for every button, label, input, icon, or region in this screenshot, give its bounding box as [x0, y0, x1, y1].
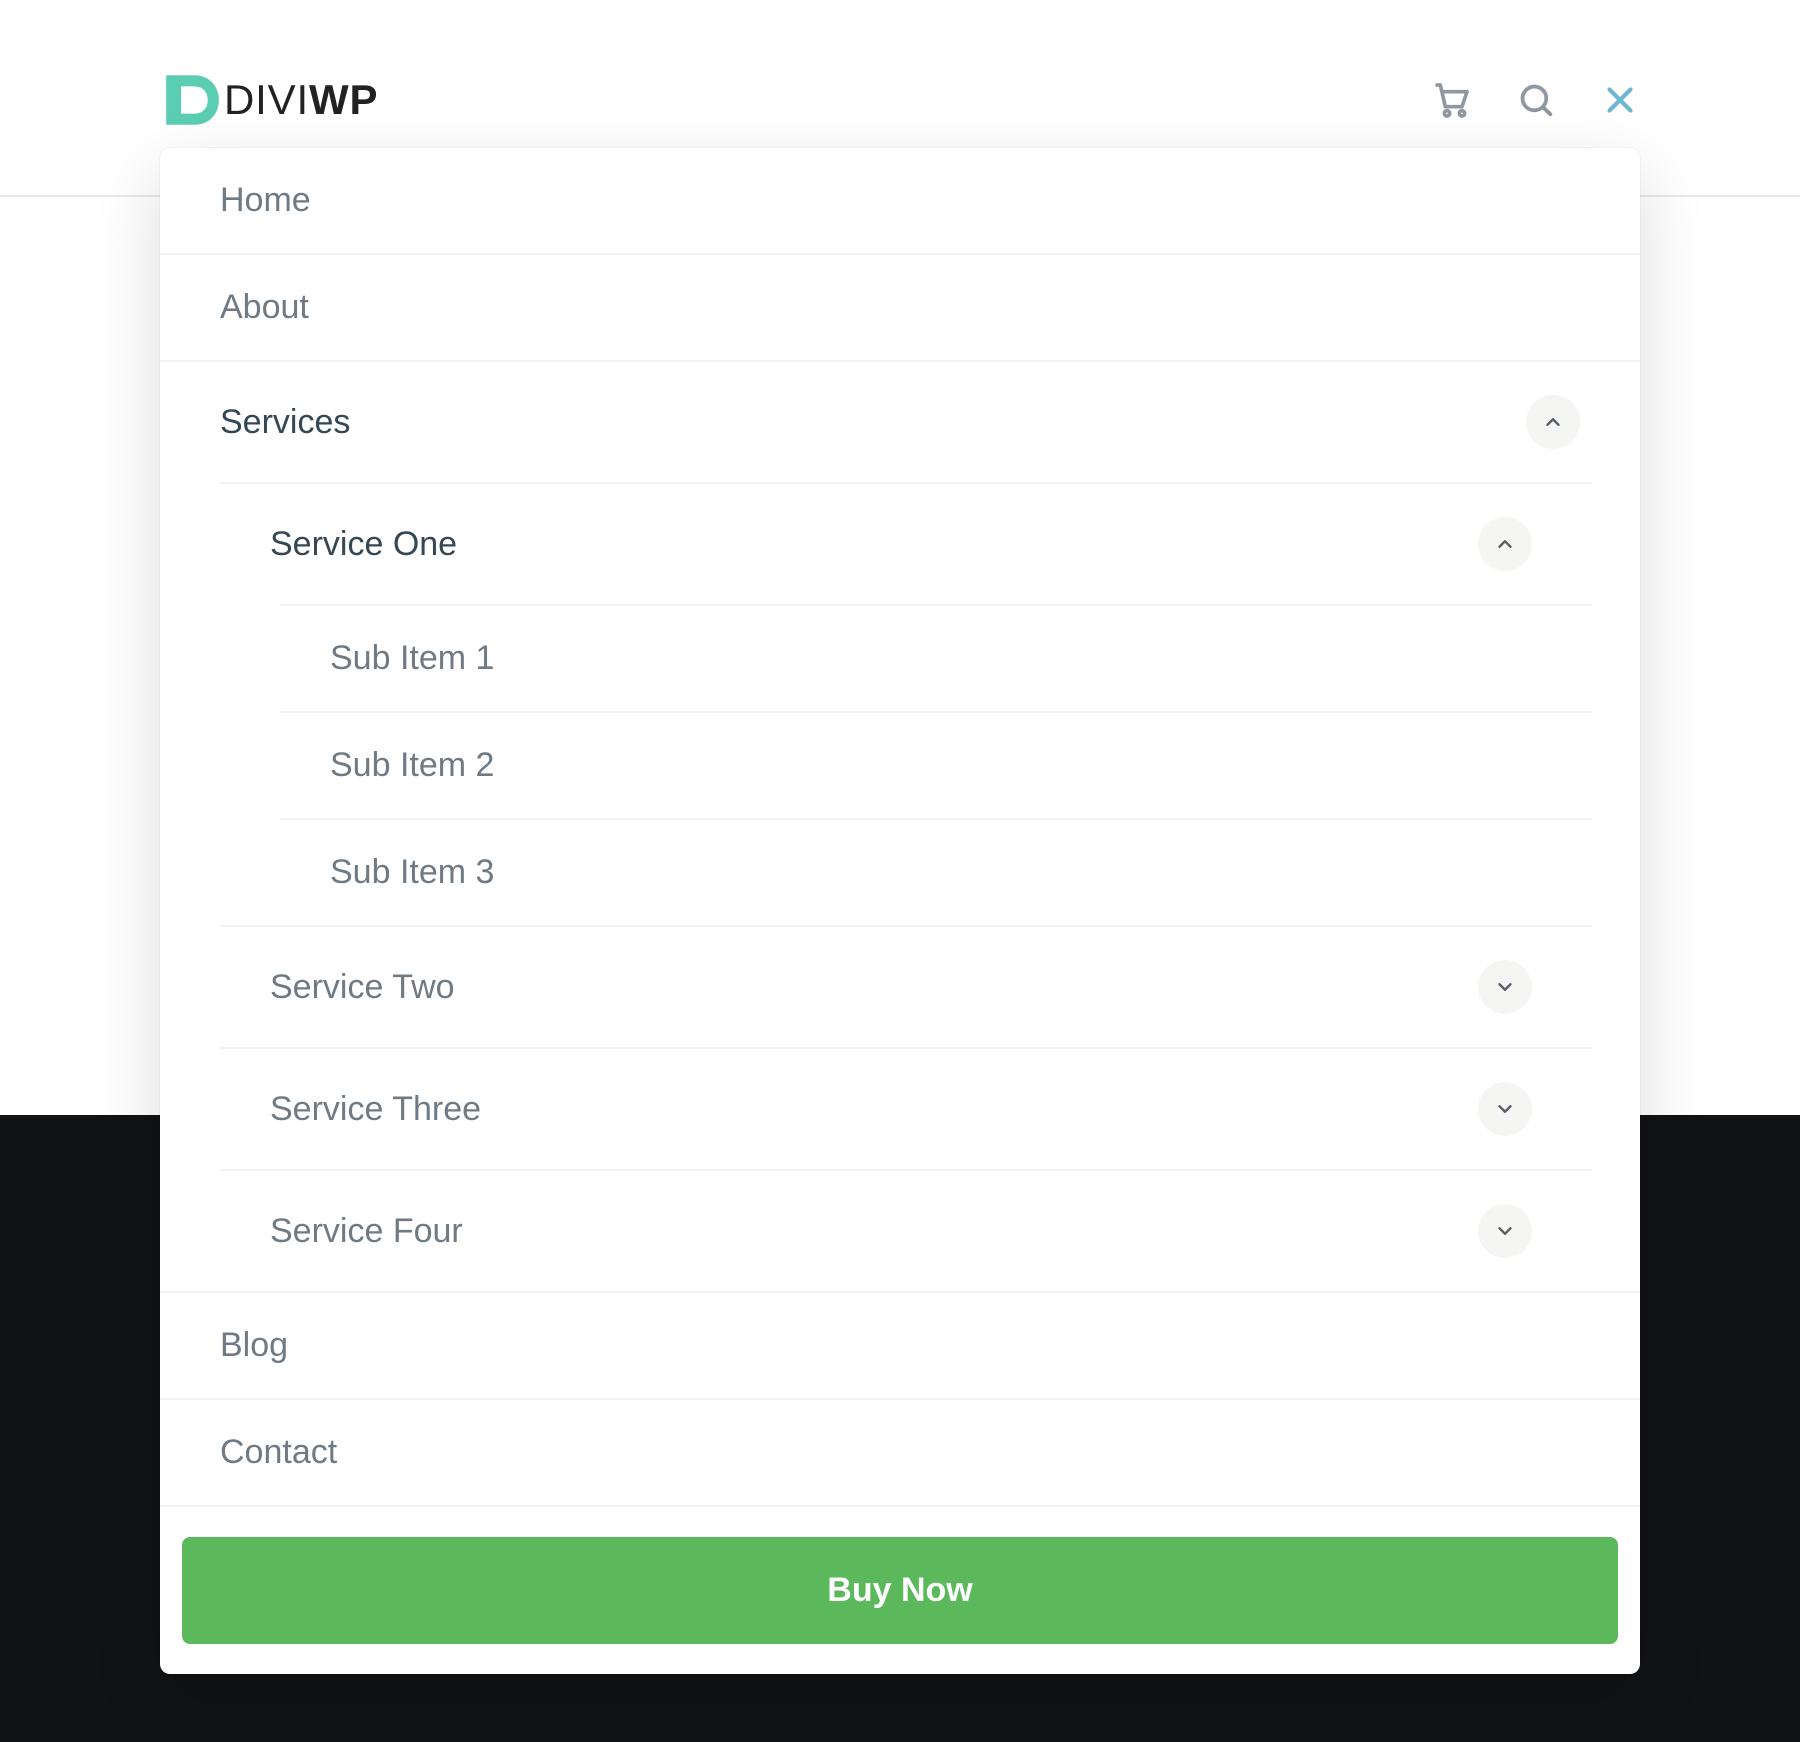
nav-item-label: Service Three [270, 1090, 481, 1129]
chevron-down-icon[interactable] [1478, 1082, 1532, 1136]
nav-item-label: Service Four [270, 1212, 463, 1251]
nav-item-label: Sub Item 1 [330, 639, 494, 678]
nav-item-label: Home [220, 181, 311, 220]
nav-item-service-four[interactable]: Service Four [220, 1169, 1592, 1291]
nav-item-label: Contact [220, 1433, 337, 1472]
nav-item-label: Sub Item 3 [330, 853, 494, 892]
nav-item-service-one-row[interactable]: Service One [220, 484, 1592, 604]
nav-list: Home About Services S [160, 148, 1640, 1644]
nav-item-services: Services Service One [160, 360, 1640, 1291]
nav-item-cta: Buy Now [160, 1505, 1640, 1644]
search-icon[interactable] [1516, 80, 1556, 120]
nav-item-label: Blog [220, 1326, 288, 1365]
logo-text: DIVIWP [224, 76, 378, 124]
nav-item-label: Service One [270, 525, 457, 564]
nav-item-service-one: Service One Sub Item 1 [220, 482, 1592, 925]
chevron-up-icon[interactable] [1478, 517, 1532, 571]
nav-sublist-service-one: Sub Item 1 Sub Item 2 Sub Item 3 [280, 604, 1592, 925]
close-icon[interactable] [1600, 80, 1640, 120]
nav-item-about[interactable]: About [160, 253, 1640, 360]
chevron-down-icon[interactable] [1478, 960, 1532, 1014]
buy-now-button[interactable]: Buy Now [182, 1537, 1618, 1644]
header-icons [1432, 80, 1640, 120]
chevron-down-icon[interactable] [1478, 1204, 1532, 1258]
nav-item-services-row[interactable]: Services [160, 362, 1640, 482]
nav-sublist-services: Service One Sub Item 1 [220, 482, 1592, 1291]
nav-item-service-two[interactable]: Service Two [220, 925, 1592, 1047]
nav-item-label: Services [220, 403, 350, 442]
nav-item-label: Service Two [270, 968, 455, 1007]
logo[interactable]: DIVIWP [160, 69, 378, 131]
nav-item-sub-1[interactable]: Sub Item 1 [280, 604, 1592, 711]
nav-item-home[interactable]: Home [160, 148, 1640, 253]
site-header: DIVIWP [160, 40, 1640, 160]
nav-item-sub-3[interactable]: Sub Item 3 [280, 818, 1592, 925]
nav-item-contact[interactable]: Contact [160, 1398, 1640, 1505]
cart-icon[interactable] [1432, 80, 1472, 120]
chevron-up-icon[interactable] [1526, 395, 1580, 449]
nav-item-service-three[interactable]: Service Three [220, 1047, 1592, 1169]
nav-item-label: Sub Item 2 [330, 746, 494, 785]
mobile-nav-panel: Home About Services S [160, 148, 1640, 1674]
logo-mark-icon [160, 69, 222, 131]
nav-item-sub-2[interactable]: Sub Item 2 [280, 711, 1592, 818]
nav-item-label: About [220, 288, 309, 327]
nav-item-blog[interactable]: Blog [160, 1291, 1640, 1398]
